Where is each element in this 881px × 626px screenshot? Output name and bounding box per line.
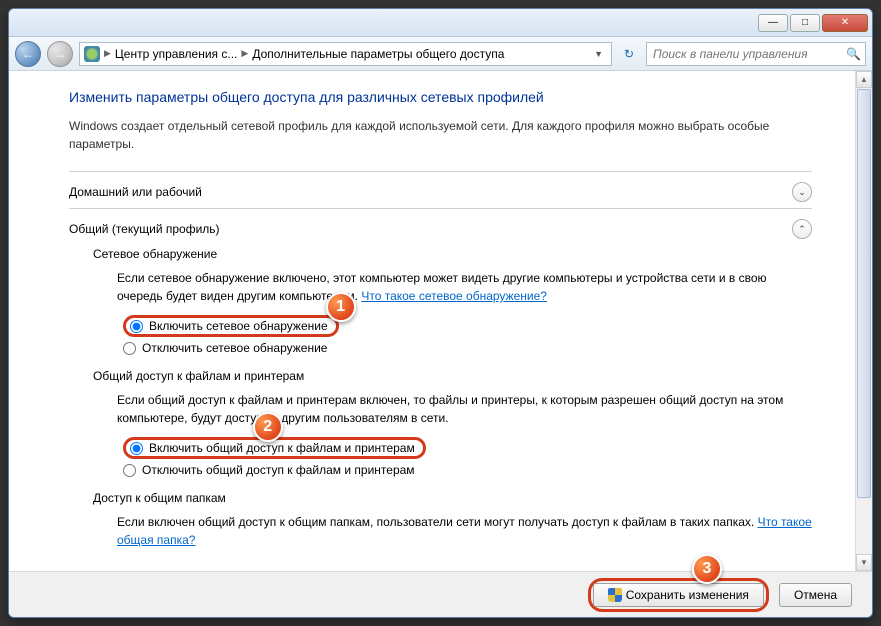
- annotation-badge-3: 3: [692, 554, 722, 584]
- refresh-button[interactable]: ↻: [618, 47, 640, 61]
- scroll-down-button[interactable]: ▼: [856, 554, 872, 571]
- discovery-help-link[interactable]: Что такое сетевое обнаружение?: [361, 289, 547, 303]
- cancel-button-label: Отмена: [794, 588, 837, 602]
- search-box[interactable]: 🔍: [646, 42, 866, 66]
- vertical-scrollbar[interactable]: ▲ ▼: [855, 71, 872, 571]
- scroll-up-button[interactable]: ▲: [856, 71, 872, 88]
- discovery-on-radio[interactable]: [130, 320, 143, 333]
- save-button-label: Сохранить изменения: [626, 588, 749, 602]
- discovery-off-row: Отключить сетевое обнаружение: [117, 339, 812, 357]
- section-discovery: Сетевое обнаружение Если сетевое обнаруж…: [69, 239, 812, 361]
- shield-icon: [608, 588, 622, 602]
- discovery-on-label: Включить сетевое обнаружение: [149, 319, 328, 333]
- breadcrumb-dropdown[interactable]: ▼: [590, 49, 607, 59]
- discovery-on-row: Включить сетевое обнаружение 1: [117, 313, 812, 339]
- search-input[interactable]: [651, 46, 842, 62]
- profile-public-title: Общий (текущий профиль): [69, 222, 220, 236]
- profile-home: Домашний или рабочий ⌄: [69, 171, 812, 208]
- chevron-down-icon[interactable]: ⌄: [792, 182, 812, 202]
- annotation-badge-1: 1: [326, 292, 356, 322]
- chevron-right-icon: ▶: [241, 48, 248, 59]
- breadcrumb-item[interactable]: Центр управления с...: [115, 47, 237, 61]
- fileshare-on-label: Включить общий доступ к файлам и принтер…: [149, 441, 415, 455]
- control-panel-window: — □ ✕ ← → ▶ Центр управления с... ▶ Допо…: [8, 8, 873, 618]
- titlebar: — □ ✕: [9, 9, 872, 37]
- close-button[interactable]: ✕: [822, 14, 868, 32]
- cancel-button[interactable]: Отмена: [779, 583, 852, 607]
- forward-button[interactable]: →: [47, 41, 73, 67]
- fileshare-on-row: Включить общий доступ к файлам и принтер…: [117, 435, 812, 461]
- profile-home-title: Домашний или рабочий: [69, 185, 202, 199]
- save-button[interactable]: Сохранить изменения: [593, 583, 764, 607]
- discovery-title: Сетевое обнаружение: [93, 247, 812, 261]
- profile-public: Общий (текущий профиль) ⌃ Сетевое обнару…: [69, 208, 812, 567]
- maximize-button[interactable]: □: [790, 14, 820, 32]
- control-panel-icon: [84, 46, 100, 62]
- annotation-badge-2: 2: [253, 412, 283, 442]
- fileshare-off-label: Отключить общий доступ к файлам и принте…: [142, 463, 415, 477]
- minimize-button[interactable]: —: [758, 14, 788, 32]
- search-icon: 🔍: [846, 47, 861, 61]
- chevron-up-icon[interactable]: ⌃: [792, 219, 812, 239]
- publicfolders-title: Доступ к общим папкам: [93, 491, 812, 505]
- highlight-2: Включить общий доступ к файлам и принтер…: [123, 437, 426, 459]
- discovery-text: Если сетевое обнаружение включено, этот …: [93, 269, 812, 305]
- content-area: Изменить параметры общего доступа для ра…: [9, 71, 872, 571]
- section-publicfolders: Доступ к общим папкам Если включен общий…: [69, 483, 812, 561]
- discovery-off-label: Отключить сетевое обнаружение: [142, 341, 327, 355]
- footer: 3 Сохранить изменения Отмена: [9, 571, 872, 617]
- discovery-off-radio[interactable]: [123, 342, 136, 355]
- fileshare-title: Общий доступ к файлам и принтерам: [93, 369, 812, 383]
- profile-home-header[interactable]: Домашний или рабочий ⌄: [69, 182, 812, 202]
- page-title: Изменить параметры общего доступа для ра…: [69, 89, 812, 105]
- fileshare-off-radio[interactable]: [123, 464, 136, 477]
- highlight-1: Включить сетевое обнаружение 1: [123, 315, 339, 337]
- publicfolders-text: Если включен общий доступ к общим папкам…: [93, 513, 812, 549]
- back-button[interactable]: ←: [15, 41, 41, 67]
- breadcrumb[interactable]: ▶ Центр управления с... ▶ Дополнительные…: [79, 42, 612, 66]
- chevron-right-icon: ▶: [104, 48, 111, 59]
- section-fileshare: Общий доступ к файлам и принтерам Если о…: [69, 361, 812, 483]
- breadcrumb-item[interactable]: Дополнительные параметры общего доступа: [252, 47, 504, 61]
- scroll-thumb[interactable]: [857, 89, 871, 498]
- profile-public-header[interactable]: Общий (текущий профиль) ⌃: [69, 219, 812, 239]
- fileshare-text: Если общий доступ к файлам и принтерам в…: [93, 391, 812, 427]
- page-description: Windows создает отдельный сетевой профил…: [69, 117, 812, 153]
- fileshare-off-row: Отключить общий доступ к файлам и принте…: [117, 461, 812, 479]
- highlight-3: Сохранить изменения: [588, 578, 769, 612]
- navbar: ← → ▶ Центр управления с... ▶ Дополнител…: [9, 37, 872, 71]
- fileshare-on-radio[interactable]: [130, 442, 143, 455]
